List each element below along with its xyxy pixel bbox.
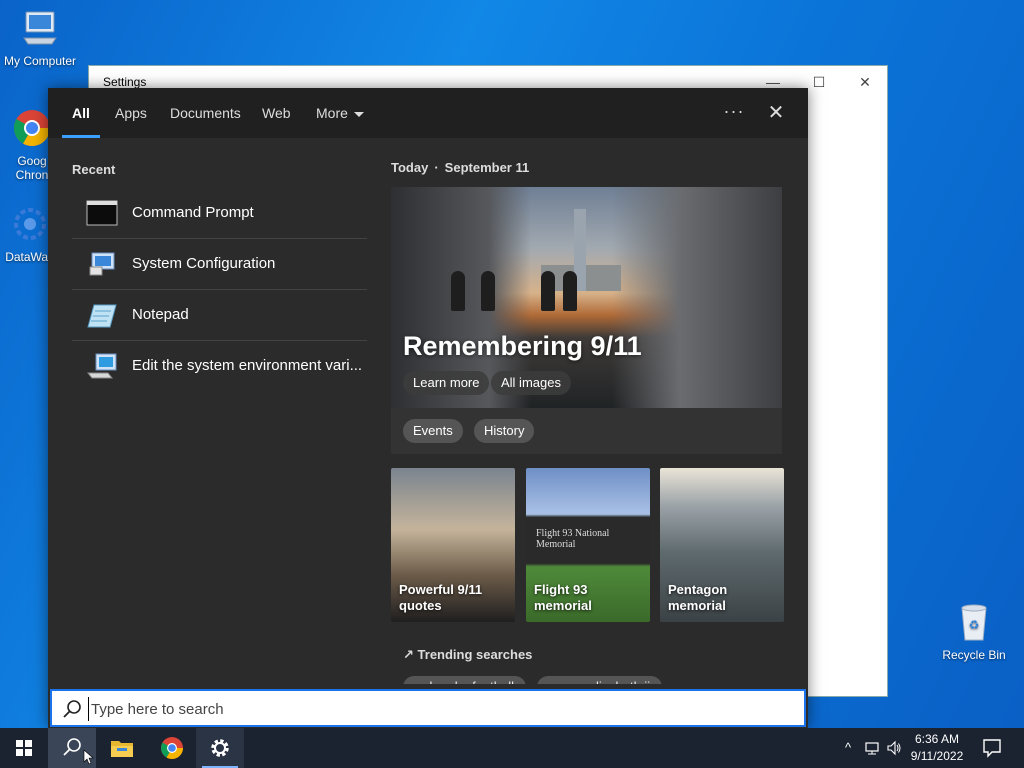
search-panel: All Apps Documents Web More ··· ✕ Recent… — [48, 88, 808, 728]
today-header: Today · September 11 — [391, 160, 529, 175]
history-chip[interactable]: History — [474, 419, 535, 443]
today-separator: · — [434, 160, 439, 175]
clock-date: 9/11/2022 — [910, 749, 964, 763]
more-options-button[interactable]: ··· — [720, 100, 748, 126]
desktop-icon-label: My Computer — [3, 54, 77, 68]
desktop-icon-my-computer[interactable]: My Computer — [0, 8, 80, 68]
system-properties-icon — [86, 353, 117, 379]
search-tabbar: All Apps Documents Web More ··· ✕ — [48, 88, 808, 138]
chrome-icon — [13, 110, 51, 147]
datawag-icon — [14, 208, 46, 240]
hero-title: Remembering 9/11 — [403, 331, 642, 361]
recent-item-label: Notepad — [132, 306, 189, 323]
hero-image-figure — [451, 271, 465, 311]
system-configuration-icon — [89, 252, 115, 276]
chevron-up-icon[interactable]: ^ — [840, 740, 856, 756]
desktop-icon-recycle-bin[interactable]: ♻ Recycle Bin — [934, 602, 1014, 662]
tab-more[interactable]: More — [316, 88, 364, 138]
recent-item-label: Edit the system environment vari... — [132, 357, 363, 374]
tab-documents[interactable]: Documents — [170, 88, 241, 138]
close-window-button[interactable]: ✕ — [845, 70, 885, 94]
taskbar-clock[interactable]: 6:36 AM 9/11/2022 — [904, 731, 970, 765]
chevron-down-icon — [353, 111, 364, 117]
chrome-icon — [161, 737, 183, 759]
card-label: Flight 93 memorial — [534, 582, 592, 613]
notepad-icon — [87, 304, 117, 328]
desktop-icon-label: Recycle Bin — [942, 648, 1006, 662]
card-label: Pentagon memorial — [668, 582, 728, 613]
recycle-bin-icon: ♻ — [961, 604, 987, 641]
trending-title: Trending searches — [417, 647, 533, 662]
active-tab-indicator — [62, 135, 100, 138]
today-label: Today — [391, 160, 429, 175]
taskbar-chrome-button[interactable] — [148, 728, 196, 768]
recent-list: Command Prompt System Configuration Note… — [72, 188, 367, 392]
command-prompt-icon — [86, 200, 118, 226]
recent-item-label: Command Prompt — [132, 204, 254, 221]
network-icon[interactable] — [864, 740, 880, 756]
svg-text:♻: ♻ — [969, 618, 980, 632]
recent-item-label: System Configuration — [132, 255, 276, 272]
search-box[interactable] — [50, 689, 806, 727]
hero-image-figure — [541, 271, 555, 311]
card-pentagon-memorial[interactable]: Pentagon memorial — [660, 468, 784, 622]
taskbar-file-explorer-button[interactable] — [98, 728, 146, 768]
tab-apps[interactable]: Apps — [115, 88, 147, 138]
card-flight-93-memorial[interactable]: Flight 93 National Memorial Flight 93 me… — [526, 468, 650, 622]
recent-item-system-configuration[interactable]: System Configuration — [72, 239, 367, 290]
search-icon — [63, 700, 81, 718]
windows-logo-icon — [16, 740, 32, 756]
hero-card[interactable]: Remembering 9/11 Learn more All images — [391, 187, 782, 408]
search-icon — [63, 738, 94, 765]
today-date: September 11 — [444, 160, 530, 175]
hero-image-wall — [612, 187, 782, 408]
settings-window-title: Settings — [103, 75, 147, 89]
hero-image-figure — [563, 271, 577, 311]
recent-heading: Recent — [72, 162, 116, 177]
gear-icon — [211, 739, 229, 757]
events-chip[interactable]: Events — [403, 419, 463, 443]
clock-time: 6:36 AM — [914, 732, 960, 746]
card-label: Powerful 9/11 quotes — [399, 582, 483, 613]
tab-web[interactable]: Web — [262, 88, 291, 138]
notification-icon[interactable] — [980, 736, 1004, 760]
topic-chip-row: Events History — [391, 408, 782, 454]
trending-heading: ↗ Trending searches — [403, 647, 532, 663]
recent-item-environment-variables[interactable]: Edit the system environment vari... — [72, 341, 367, 392]
learn-more-button[interactable]: Learn more — [403, 371, 490, 395]
hero-image-figure — [481, 271, 495, 311]
close-search-button[interactable]: ✕ — [762, 100, 790, 126]
computer-icon — [23, 11, 57, 45]
trending-arrow-icon: ↗ — [403, 647, 414, 662]
memorial-sign-text: Flight 93 National Memorial — [536, 528, 610, 550]
taskbar-settings-button[interactable] — [196, 728, 244, 768]
tab-all[interactable]: All — [72, 88, 90, 138]
taskbar: ^ 6:36 AM 9/11/2022 — [0, 728, 1024, 768]
folder-icon — [111, 741, 133, 757]
recent-item-command-prompt[interactable]: Command Prompt — [72, 188, 367, 239]
taskbar-search-button[interactable] — [48, 728, 96, 768]
all-images-button[interactable]: All images — [491, 371, 571, 395]
card-powerful-quotes[interactable]: Powerful 9/11 quotes — [391, 468, 515, 622]
start-button[interactable] — [0, 728, 48, 768]
tab-more-label: More — [316, 105, 348, 121]
recent-item-notepad[interactable]: Notepad — [72, 290, 367, 341]
volume-icon[interactable] — [886, 740, 902, 756]
search-input[interactable] — [88, 697, 788, 721]
